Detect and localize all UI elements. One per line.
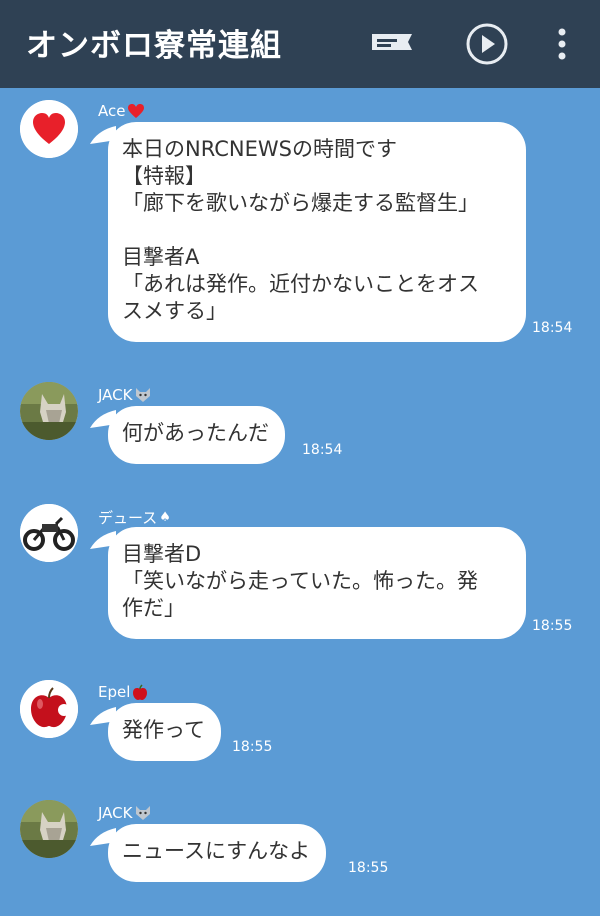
sender-label: Epel bbox=[98, 683, 131, 701]
sender-label: JACK bbox=[98, 804, 133, 822]
avatar[interactable] bbox=[20, 100, 78, 158]
heart-icon bbox=[20, 100, 78, 158]
chat-header: オンボロ寮常連組 bbox=[0, 0, 600, 88]
message-bubble[interactable]: 発作って bbox=[108, 703, 221, 761]
notes-icon bbox=[372, 34, 412, 50]
wolf-avatar-icon bbox=[20, 800, 78, 858]
sender-name: Ace bbox=[98, 102, 145, 120]
sender-name: JACK bbox=[98, 804, 152, 822]
message-time: 18:55 bbox=[532, 618, 573, 634]
message-bubble[interactable]: 本日のNRCNEWSの時間です 【特報】 「廊下を歌いながら爆走する監督生」 目… bbox=[108, 122, 526, 342]
motorcycle-avatar-icon bbox=[20, 504, 78, 562]
message-bubble[interactable]: ニュースにすんなよ bbox=[108, 824, 327, 882]
avatar[interactable] bbox=[20, 382, 78, 440]
message-time: 18:55 bbox=[348, 860, 389, 876]
avatar[interactable] bbox=[20, 504, 78, 562]
wolf-avatar-icon bbox=[20, 382, 78, 440]
spade-icon: ♠ bbox=[159, 510, 171, 525]
message-bubble[interactable]: 何があったんだ bbox=[108, 406, 285, 464]
more-vertical-icon bbox=[558, 28, 566, 60]
wolf-emoji-icon bbox=[136, 388, 151, 402]
avatar[interactable] bbox=[20, 800, 78, 858]
sender-label: デュース bbox=[98, 509, 158, 527]
heart-emoji-icon bbox=[128, 104, 145, 118]
notes-button[interactable] bbox=[366, 20, 416, 68]
apple-avatar-icon bbox=[20, 680, 78, 738]
apple-emoji-icon bbox=[133, 683, 148, 700]
message-time: 18:54 bbox=[302, 442, 343, 458]
sender-name: デュース ♠ bbox=[98, 507, 171, 528]
sender-label: Ace bbox=[98, 102, 126, 120]
sender-name: JACK bbox=[98, 386, 152, 404]
more-options-button[interactable] bbox=[540, 20, 584, 68]
chat-title: オンボロ寮常連組 bbox=[26, 28, 282, 64]
play-button[interactable] bbox=[462, 20, 512, 68]
sender-label: JACK bbox=[98, 386, 133, 404]
sender-name: Epel bbox=[98, 683, 148, 701]
message-time: 18:54 bbox=[532, 320, 573, 336]
wolf-emoji-icon bbox=[136, 806, 151, 820]
avatar[interactable] bbox=[20, 680, 78, 738]
message-time: 18:55 bbox=[232, 739, 273, 755]
play-icon bbox=[466, 23, 508, 65]
message-bubble[interactable]: 目撃者D 「笑いながら走っていた。怖った。発 作だ」 bbox=[108, 527, 526, 639]
